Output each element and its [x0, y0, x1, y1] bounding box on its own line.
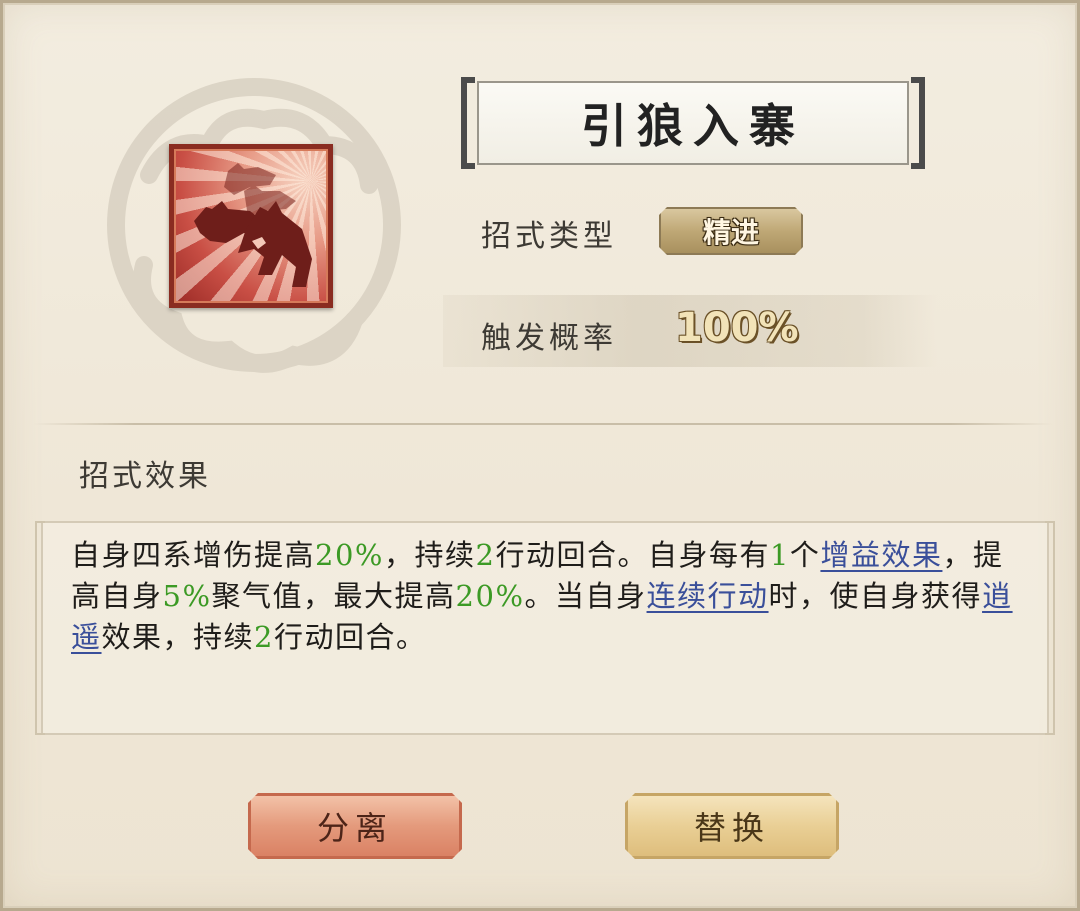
effect-description: 自身四系增伤提高20%，持续2行动回合。自身每有1个增益效果，提高自身5%聚气值…	[71, 535, 1019, 658]
effect-value-highlight: 1	[769, 538, 790, 572]
effect-text: 行动回合。自身每有	[495, 538, 770, 572]
replace-button-label: 替换	[693, 809, 770, 847]
replace-button[interactable]: 替换	[625, 793, 839, 859]
effect-text: 时，使自身获得	[768, 579, 983, 613]
split-button[interactable]: 分离	[248, 793, 462, 859]
wolves-icon	[194, 163, 312, 287]
trigger-probability-value: 100%	[675, 305, 799, 351]
effect-text: 。当自身	[524, 579, 647, 613]
trigger-probability-label: 触发概率	[481, 321, 617, 356]
title-left-bracket	[461, 77, 475, 169]
effect-text: 效果，持续	[101, 620, 255, 654]
effect-text: 行动回合。	[273, 620, 427, 654]
effect-text: ，持续	[383, 538, 476, 572]
effect-keyword-link[interactable]: 增益效果	[820, 538, 942, 572]
effect-text: 聚气值，最大提高	[211, 579, 456, 613]
skill-title-frame: 引狼入寨	[461, 77, 925, 169]
effect-text: 自身四系增伤提高	[71, 538, 316, 572]
effect-value-highlight: 20%	[455, 579, 525, 613]
effect-value-highlight: 2	[254, 620, 274, 654]
section-divider	[33, 423, 1053, 425]
effect-keyword-link[interactable]: 连续行动	[647, 579, 769, 613]
skill-title-box: 引狼入寨	[477, 81, 909, 165]
effect-description-box: 自身四系增伤提高20%，持续2行动回合。自身每有1个增益效果，提高自身5%聚气值…	[35, 521, 1055, 735]
split-button-label: 分离	[316, 809, 393, 847]
skill-name: 引狼入寨	[581, 99, 805, 153]
skill-icon	[169, 144, 333, 308]
skill-type-badge: 精进	[659, 207, 803, 255]
effect-value-highlight: 20%	[315, 538, 384, 572]
effect-value-highlight: 5%	[162, 579, 212, 613]
effect-value-highlight: 2	[475, 538, 496, 572]
effect-heading: 招式效果	[79, 459, 211, 494]
title-right-bracket	[911, 77, 925, 169]
effect-text: 个	[789, 538, 821, 572]
skill-type-value: 精进	[702, 216, 759, 249]
skill-type-label: 招式类型	[481, 219, 617, 254]
skill-detail-panel: 引狼入寨 招式类型 精进 触发概率 100% 招式效果 自身四系增伤提高20%，…	[0, 0, 1080, 911]
